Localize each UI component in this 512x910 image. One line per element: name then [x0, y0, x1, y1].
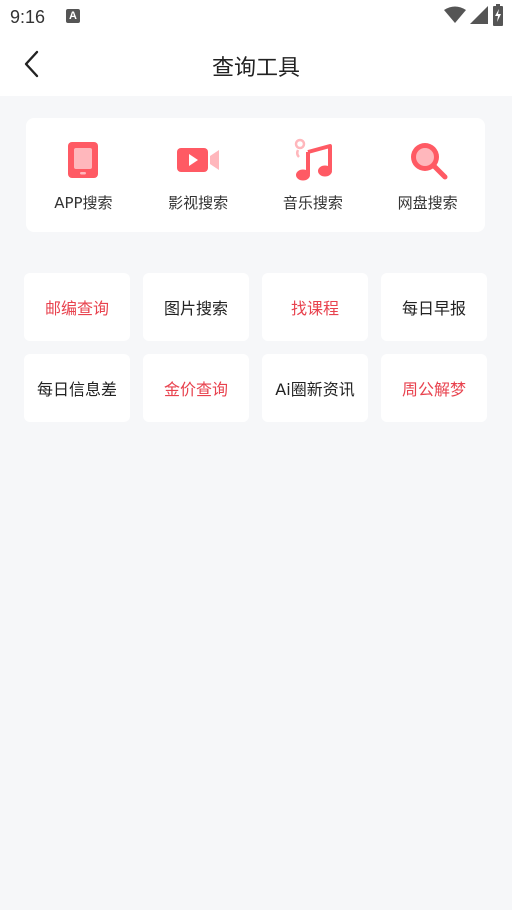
grid-item-image-search[interactable]: 图片搜索	[143, 273, 249, 341]
quick-grid: 邮编查询 图片搜索 找课程 每日早报 每日信息差 金价查询 Ai圈新资讯 周公解…	[24, 273, 488, 422]
tool-label: APP搜索	[54, 193, 113, 212]
video-camera-icon	[176, 138, 220, 182]
a-icon: A	[66, 9, 80, 23]
grid-item-ai-news[interactable]: Ai圈新资讯	[262, 354, 368, 422]
grid-item-find-course[interactable]: 找课程	[262, 273, 368, 341]
grid-item-daily-info-gap[interactable]: 每日信息差	[24, 354, 130, 422]
battery-icon	[492, 4, 504, 30]
phone-icon	[61, 138, 105, 182]
tool-label: 影视搜索	[168, 193, 229, 212]
signal-icon	[470, 6, 488, 28]
screen: 9:16 A 查询工具 APP搜索 影视搜索 音乐搜索 网盘搜索 邮编查询 图片…	[0, 0, 512, 910]
status-bar: 9:16 A	[0, 0, 512, 36]
wifi-icon	[444, 6, 466, 28]
tool-label: 网盘搜索	[397, 193, 458, 212]
grid-item-dream-interpretation[interactable]: 周公解梦	[381, 354, 487, 422]
music-note-icon	[291, 138, 335, 182]
nav-bar: 查询工具	[0, 36, 512, 96]
tool-music-search[interactable]: 音乐搜索	[263, 138, 363, 213]
tool-app-search[interactable]: APP搜索	[33, 138, 133, 213]
status-icons	[444, 4, 504, 30]
search-icon	[406, 138, 450, 182]
page-title: 查询工具	[211, 56, 300, 81]
tool-label: 音乐搜索	[282, 193, 343, 212]
tool-video-search[interactable]: 影视搜索	[148, 138, 248, 213]
status-time: 9:16	[10, 7, 46, 27]
grid-item-daily-news[interactable]: 每日早报	[381, 273, 487, 341]
grid-item-gold-price[interactable]: 金价查询	[143, 354, 249, 422]
tool-cloud-search[interactable]: 网盘搜索	[378, 138, 478, 213]
tools-card: APP搜索 影视搜索 音乐搜索 网盘搜索	[26, 118, 485, 232]
grid-item-postcode[interactable]: 邮编查询	[24, 273, 130, 341]
